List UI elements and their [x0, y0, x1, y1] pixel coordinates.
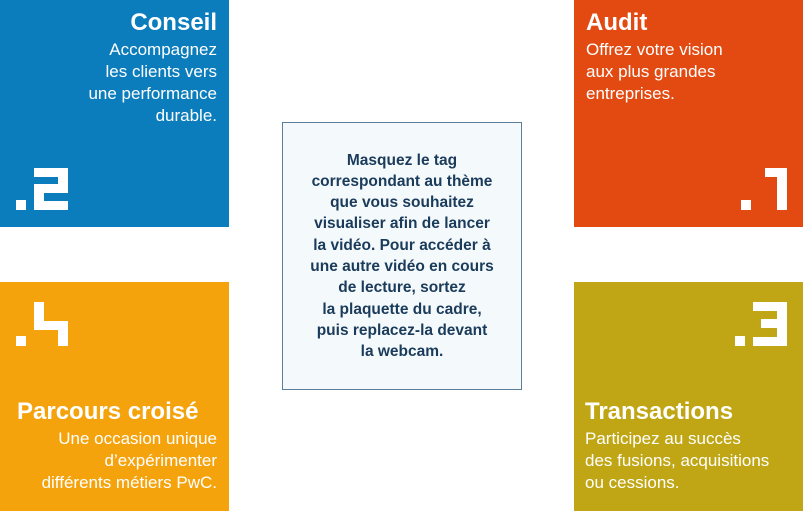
tile-audit[interactable]: Audit Offrez votre vision aux plus grand…: [574, 0, 803, 227]
tile-conseil-title: Conseil: [130, 9, 217, 36]
tile-number-1: .1: [741, 168, 787, 210]
tile-transactions[interactable]: .3 Transactions Participez au succès des…: [574, 282, 803, 511]
tile-parcours-title: Parcours croisé: [17, 398, 199, 425]
tile-conseil[interactable]: Conseil Accompagnez les clients vers une…: [0, 0, 229, 227]
tile-parcours-description: Une occasion unique d’expérimenter diffé…: [41, 429, 217, 492]
instructions-box: Masquez le tag correspondant au thème qu…: [282, 122, 522, 390]
tile-number-4: .4: [16, 302, 68, 346]
tile-audit-title: Audit: [586, 9, 648, 36]
tile-conseil-description: Accompagnez les clients vers une perform…: [88, 40, 217, 125]
tile-parcours[interactable]: .4 Parcours croisé Une occasion unique d…: [0, 282, 229, 511]
tile-transactions-description: Participez au succès des fusions, acquis…: [585, 429, 770, 492]
tile-audit-description: Offrez votre vision aux plus grandes ent…: [586, 40, 723, 103]
tile-number-3: .3: [735, 302, 787, 346]
instructions-text: Masquez le tag correspondant au thème qu…: [310, 151, 494, 361]
tile-transactions-title: Transactions: [585, 398, 734, 425]
tile-number-2: .2: [16, 168, 68, 210]
